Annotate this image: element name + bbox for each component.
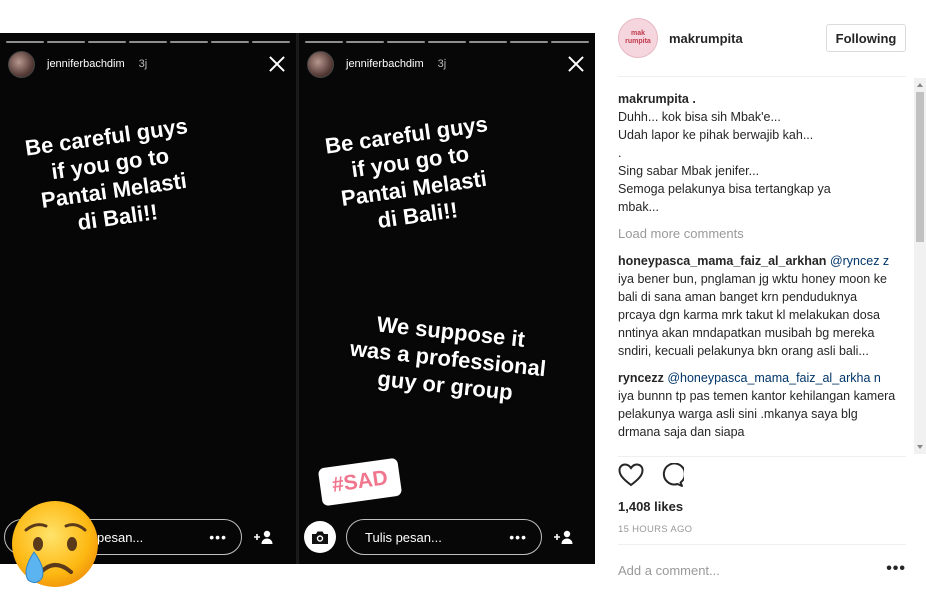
story-header: jenniferbachdim 3j xyxy=(307,50,585,78)
story-reply-bar: Tulis pesan... ••• xyxy=(304,519,594,555)
caption-username[interactable]: makrumpita xyxy=(618,92,689,106)
story-username[interactable]: jenniferbachdim xyxy=(47,58,125,70)
post-image: jenniferbachdim 3j Be careful guys if yo… xyxy=(0,33,595,564)
post-actions xyxy=(618,461,686,492)
story-header: jenniferbachdim 3j xyxy=(8,50,286,78)
post-header: mak rumpita makrumpita Following xyxy=(618,16,906,60)
story-username[interactable]: jenniferbachdim xyxy=(346,58,424,70)
comment-mention[interactable]: @honeypasca_mama_faiz_al_arkha n xyxy=(667,371,881,385)
reply-placeholder: pesan... xyxy=(97,529,144,545)
caption-text: Duhh... kok bisa sih Mbak'e... Udah lapo… xyxy=(618,110,831,214)
more-options-icon[interactable]: ••• xyxy=(886,560,906,578)
divider xyxy=(618,76,906,77)
reply-placeholder: Tulis pesan... xyxy=(365,529,442,545)
story-time: 3j xyxy=(437,58,447,70)
comment-text: iya bener bun, pnglaman jg wktu honey mo… xyxy=(618,272,887,358)
story-text-warning: Be careful guys if you go to Pantai Mela… xyxy=(23,113,190,236)
likes-count[interactable]: 1,408 likes xyxy=(618,499,683,514)
comment-item: ryncezz @honeypasca_mama_faiz_al_arkha n… xyxy=(618,369,898,441)
divider xyxy=(618,544,906,545)
scroll-down-arrow-icon[interactable] xyxy=(917,445,923,449)
close-icon[interactable] xyxy=(567,55,585,73)
scroll-up-arrow-icon[interactable] xyxy=(917,83,923,87)
comment-username[interactable]: ryncezz xyxy=(618,371,664,385)
avatar-logo-text: mak rumpita xyxy=(625,30,651,45)
comment-icon[interactable] xyxy=(660,461,686,492)
following-button[interactable]: Following xyxy=(826,24,906,52)
caption: makrumpita . Duhh... kok bisa sih Mbak'e… xyxy=(618,90,898,216)
add-comment-input[interactable]: Add a comment... xyxy=(618,563,720,578)
add-user-icon[interactable] xyxy=(254,530,274,544)
account-avatar[interactable]: mak rumpita xyxy=(618,18,658,58)
more-dots-icon[interactable]: ••• xyxy=(209,529,227,545)
post-timestamp: 15 HOURS AGO xyxy=(618,524,693,535)
add-user-icon[interactable] xyxy=(554,530,574,544)
heart-icon[interactable] xyxy=(618,462,644,492)
story-progress-bar xyxy=(6,41,290,43)
comment-text: iya bunnn tp pas temen kantor kehilangan… xyxy=(618,389,896,439)
post-sidebar: mak rumpita makrumpita Following makrump… xyxy=(604,0,926,596)
comment-username[interactable]: honeypasca_mama_faiz_al_arkhan xyxy=(618,254,826,268)
close-icon[interactable] xyxy=(268,55,286,73)
story-progress-bar xyxy=(305,41,589,43)
load-more-comments-button[interactable]: Load more comments xyxy=(618,225,898,243)
camera-icon[interactable] xyxy=(304,521,336,553)
account-username[interactable]: makrumpita xyxy=(669,31,743,46)
story-avatar[interactable] xyxy=(307,50,334,78)
scrollbar-thumb[interactable] xyxy=(916,92,924,242)
story-avatar[interactable] xyxy=(8,50,35,78)
comments-list: makrumpita . Duhh... kok bisa sih Mbak'e… xyxy=(618,90,898,452)
comments-scrollbar[interactable] xyxy=(914,78,926,454)
comment-mention[interactable]: @ryncez z xyxy=(830,254,889,268)
crying-face-emoji xyxy=(12,501,98,587)
more-dots-icon[interactable]: ••• xyxy=(509,529,527,545)
instagram-post-page: jenniferbachdim 3j Be careful guys if yo… xyxy=(0,0,926,596)
story-panel-left: jenniferbachdim 3j Be careful guys if yo… xyxy=(0,33,296,564)
comment-item: honeypasca_mama_faiz_al_arkhan @ryncez z… xyxy=(618,252,898,360)
caption-suffix: . xyxy=(688,92,696,106)
story-time: 3j xyxy=(138,58,148,70)
divider xyxy=(618,456,906,457)
story-reply-input[interactable]: Tulis pesan... ••• xyxy=(346,519,542,555)
